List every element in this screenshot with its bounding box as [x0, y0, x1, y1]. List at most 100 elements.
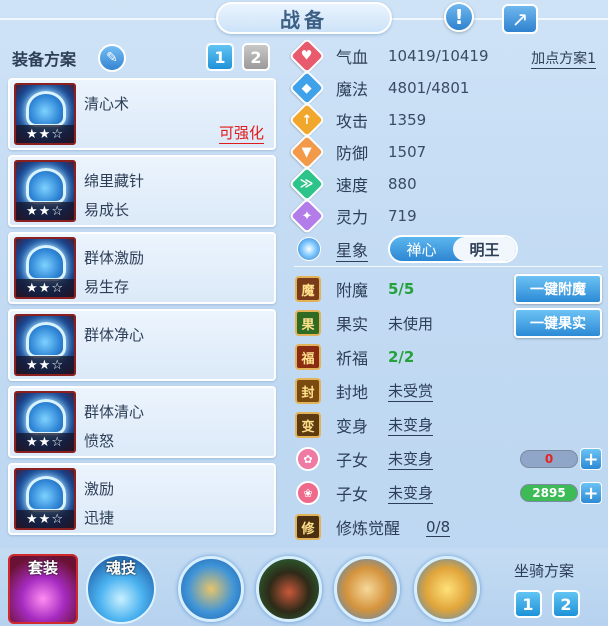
stat-row-hp: ♥ 气血 10419/10419 加点方案1 [288, 37, 602, 75]
equip-trait: 易生存 [84, 278, 130, 296]
equip-trait: 易成长 [84, 201, 130, 219]
star-rating: ★★☆ [16, 202, 74, 220]
stat-label: 魔法 [336, 80, 369, 99]
xingxiang-label[interactable]: 星象 [336, 237, 369, 262]
skill-icon: ★★☆ [14, 83, 76, 145]
mount-scheme-label: 坐骑方案 [514, 562, 575, 580]
fruit-icon: 果 [295, 310, 321, 336]
equip-name: 绵里藏针 [84, 172, 145, 190]
mount-scheme-button-2[interactable]: 2 [552, 590, 580, 618]
star-rating: ★★☆ [16, 510, 74, 528]
child-bar: 0 [520, 450, 578, 468]
transform-icon: 变 [295, 412, 321, 438]
soul-skill-label: 魂技 [105, 558, 136, 577]
heart-icon: ♥ [288, 37, 326, 75]
equip-name: 群体清心 [84, 403, 145, 421]
child-icon: ✿ [296, 447, 320, 471]
stat-value: 719 [388, 207, 417, 225]
stat-label: 气血 [336, 48, 369, 67]
toggle-option-mingwang[interactable]: 明王 [453, 237, 516, 261]
mount-slot-3[interactable] [334, 556, 400, 622]
stat-value: 880 [388, 175, 417, 193]
suit-tab[interactable]: 套装 [8, 554, 78, 624]
stat-label: 灵力 [336, 208, 369, 227]
stat-value: 1359 [388, 111, 427, 129]
add-point-scheme-link[interactable]: 加点方案1 [531, 48, 596, 69]
info-icon[interactable]: ! [444, 2, 474, 32]
edit-pen-icon[interactable]: ✎ [98, 44, 126, 72]
child-label: 子女 [336, 451, 369, 470]
one-click-enchant-button[interactable]: 一键附魔 [514, 274, 602, 304]
stat-row-mp: ◆ 魔法 4801/4801 [288, 69, 602, 107]
equip-card-6[interactable]: ★★☆ 激励 迅捷 [8, 463, 276, 535]
skill-icon: ★★☆ [14, 160, 76, 222]
buff-label: 附魔 [336, 281, 369, 300]
buff-value: 2/2 [388, 348, 415, 366]
equip-card-2[interactable]: ★★☆ 绵里藏针 易成长 [8, 155, 276, 227]
buffs-panel: 魔 附魔 5/5 一键附魔 果 果实 未使用 一键果实 福 祈福 2/2 封 封… [292, 272, 602, 544]
xingxiang-toggle[interactable]: 禅心 明王 [388, 235, 518, 263]
blessing-icon: 福 [295, 344, 321, 370]
stat-row-defense: ▼ 防御 1507 [288, 133, 602, 171]
sword-icon: ↑ [288, 101, 326, 139]
cultivation-value-link[interactable]: 0/8 [426, 518, 451, 537]
soul-skill-tab[interactable]: 魂技 [86, 554, 156, 624]
buff-row-fruit: 果 果实 未使用 一键果实 [292, 306, 602, 340]
shield-icon: ▼ [288, 133, 326, 171]
one-click-fruit-button[interactable]: 一键果实 [514, 308, 602, 338]
stat-value: 1507 [388, 143, 427, 161]
xingxiang-row: 星象 禅心 明王 [292, 232, 602, 266]
fief-icon: 封 [295, 378, 321, 404]
equip-card-4[interactable]: ★★☆ 群体净心 [8, 309, 276, 381]
buff-row-blessing: 福 祈福 2/2 [292, 340, 602, 374]
equip-trait: 迅捷 [84, 509, 115, 527]
buff-value-link[interactable]: 未变身 [388, 414, 434, 436]
mount-slot-2[interactable] [256, 556, 322, 622]
toggle-option-chanxin[interactable]: 禅心 [390, 237, 453, 261]
star-rating: ★★☆ [16, 279, 74, 297]
equip-card-1[interactable]: ★★☆ 清心术 可强化 [8, 78, 276, 150]
buff-label: 变身 [336, 417, 369, 436]
skill-icon: ★★☆ [14, 391, 76, 453]
page-title: 战备 [280, 7, 328, 32]
child-add-button[interactable]: + [580, 448, 602, 470]
equip-scheme-button-2[interactable]: 2 [242, 43, 270, 71]
child-row-2: ❀ 子女 未变身 2895 + [292, 476, 602, 510]
cultivation-icon: 修 [295, 514, 321, 540]
equip-card-5[interactable]: ★★☆ 群体清心 愤怒 [8, 386, 276, 458]
equip-name: 群体激励 [84, 249, 145, 267]
stat-label: 速度 [336, 176, 369, 195]
mana-icon: ◆ [288, 69, 326, 107]
mount-slot-4[interactable] [414, 556, 480, 622]
child-add-button[interactable]: + [580, 482, 602, 504]
buff-row-fief: 封 封地 未受赏 [292, 374, 602, 408]
upgrade-link[interactable]: 可强化 [218, 122, 264, 144]
equip-card-3[interactable]: ★★☆ 群体激励 易生存 [8, 232, 276, 304]
spirit-icon: ✦ [288, 197, 326, 235]
star-rating: ★★☆ [16, 125, 74, 143]
child-transform-link[interactable]: 未变身 [388, 482, 434, 504]
skill-icon: ★★☆ [14, 314, 76, 376]
buff-row-enchant: 魔 附魔 5/5 一键附魔 [292, 272, 602, 306]
stat-row-spirit: ✦ 灵力 719 [288, 197, 602, 235]
suit-label: 套装 [27, 558, 58, 577]
share-icon[interactable]: ↗ [502, 4, 538, 34]
equipment-list: ★★☆ 清心术 可强化 ★★☆ 绵里藏针 易成长 ★★☆ 群体激励 易生存 ★★… [8, 78, 276, 540]
equip-scheme-label: 装备方案 [12, 50, 77, 69]
child-label: 子女 [336, 485, 369, 504]
buff-label: 封地 [336, 383, 369, 402]
buff-row-transform: 变 变身 未变身 [292, 408, 602, 442]
cultivation-label: 修炼觉醒 [336, 519, 401, 538]
buff-value-link[interactable]: 未受赏 [388, 380, 434, 402]
child-icon: ❀ [296, 481, 320, 505]
skill-icon: ★★☆ [14, 237, 76, 299]
page-title-tab: 战备 [216, 2, 392, 34]
stat-label: 防御 [336, 144, 369, 163]
mount-slot-1[interactable] [178, 556, 244, 622]
equip-scheme-button-1[interactable]: 1 [206, 43, 234, 71]
star-rating: ★★☆ [16, 433, 74, 451]
child-transform-link[interactable]: 未变身 [388, 448, 434, 470]
stat-row-attack: ↑ 攻击 1359 [288, 101, 602, 139]
mount-scheme-button-1[interactable]: 1 [514, 590, 542, 618]
equip-name: 清心术 [84, 95, 130, 113]
